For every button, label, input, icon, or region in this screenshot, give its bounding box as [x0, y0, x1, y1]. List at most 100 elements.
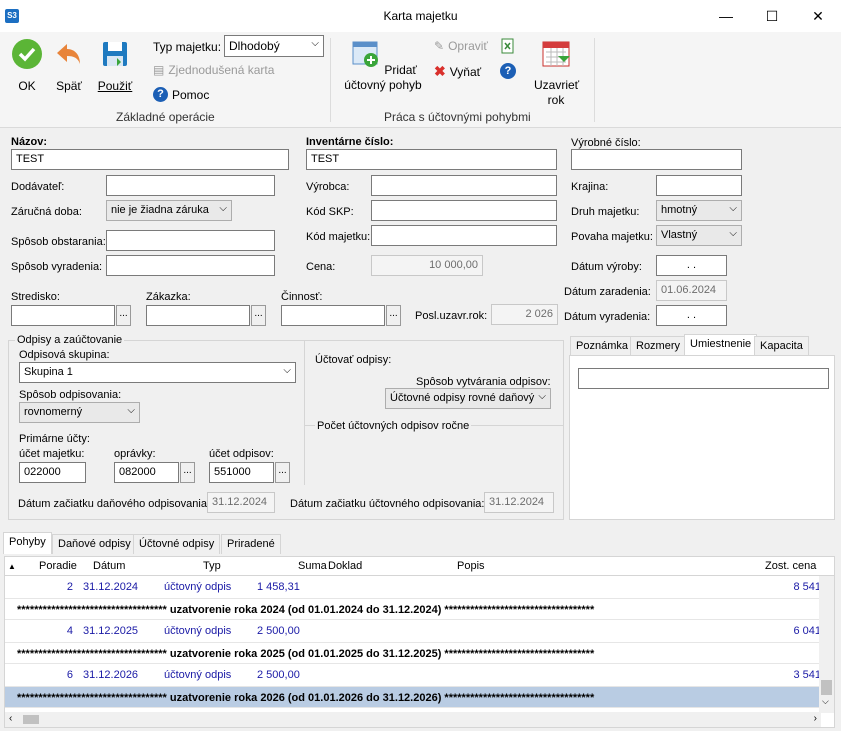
asset-code-input[interactable] — [371, 225, 557, 246]
order-picker-button[interactable]: ... — [251, 305, 266, 326]
table-row-year-close-selected[interactable]: *********************************** uzat… — [5, 686, 821, 708]
last-closed-label: Posl.uzavr.rok: — [415, 310, 488, 322]
table-row[interactable]: 2 31.12.2024 účtovný odpis 1 458,31 8 54… — [5, 576, 821, 598]
depr-group-select[interactable]: Skupina 1 ⌵ — [19, 362, 296, 383]
scroll-right-icon[interactable]: › — [814, 713, 817, 724]
acc-corr-picker-button[interactable]: ... — [180, 462, 195, 483]
prod-date-input[interactable]: . . — [656, 255, 727, 276]
order-input[interactable] — [146, 305, 250, 326]
vertical-scrollbar[interactable]: ⌵ — [819, 576, 834, 713]
edit-button[interactable]: ✎ Opraviť — [434, 39, 488, 53]
activity-input[interactable] — [281, 305, 385, 326]
ok-button[interactable]: OK — [8, 38, 46, 93]
name-input[interactable]: TEST — [11, 149, 289, 170]
col-residual[interactable]: Zost. cena — [765, 560, 816, 572]
acc-corr-input[interactable]: 082000 — [114, 462, 179, 483]
chevron-down-icon: ⌵ — [219, 203, 227, 214]
skp-input[interactable] — [371, 200, 557, 221]
serial-input[interactable] — [571, 149, 742, 170]
inventory-input[interactable]: TEST — [306, 149, 557, 170]
col-description[interactable]: Popis — [457, 560, 485, 572]
add-movement-button[interactable]: Pridať účtovný pohyb — [340, 38, 426, 93]
disposal-input[interactable] — [106, 255, 275, 276]
cell-amount: 2 500,00 — [257, 669, 300, 681]
col-order[interactable]: Poradie — [39, 560, 77, 572]
scroll-thumb[interactable] — [23, 715, 39, 724]
scroll-thumb[interactable] — [821, 680, 832, 695]
close-year-button[interactable]: Uzavrieť rok — [534, 38, 579, 108]
warranty-label: Záručná doba: — [11, 206, 82, 218]
table-row-year-close[interactable]: *********************************** uzat… — [5, 642, 821, 664]
tab-note[interactable]: Poznámka — [570, 336, 634, 356]
asset-type-value: Dlhodobý — [229, 39, 280, 53]
tab-capacity[interactable]: Kapacita — [754, 336, 809, 356]
minimize-button[interactable]: — — [703, 0, 749, 32]
manufacturer-input[interactable] — [371, 175, 557, 196]
acc-asset-input[interactable]: 022000 — [19, 462, 86, 483]
kind-label: Druh majetku: — [571, 206, 640, 218]
chevron-down-icon: ⌵ — [729, 228, 737, 239]
col-document[interactable]: Doklad — [328, 560, 362, 572]
tab-assigned[interactable]: Priradené — [221, 534, 281, 554]
add-document-icon — [352, 41, 379, 67]
remove-button[interactable]: ✖ Vyňať — [434, 63, 481, 80]
tab-tax-depreciation[interactable]: Daňové odpisy — [52, 534, 137, 554]
acc-start-input[interactable]: 31.12.2024 — [484, 492, 554, 513]
col-type[interactable]: Typ — [203, 560, 221, 572]
center-input[interactable] — [11, 305, 115, 326]
prod-date-label: Dátum výroby: — [571, 261, 642, 273]
edit-label: Opraviť — [448, 39, 488, 53]
table-row[interactable]: 4 31.12.2025 účtovný odpis 2 500,00 6 04… — [5, 620, 821, 642]
scroll-down-icon[interactable]: ⌵ — [822, 696, 829, 707]
maximize-button[interactable]: ☐ — [749, 0, 795, 32]
back-button[interactable]: Späť — [50, 38, 88, 93]
country-input[interactable] — [656, 175, 742, 196]
col-date[interactable]: Dátum — [93, 560, 125, 572]
chevron-down-icon: ⌵ — [729, 203, 737, 214]
warranty-select[interactable]: nie je žiadna záruka ⌵ — [106, 200, 232, 221]
tab-movements[interactable]: Pohyby — [3, 532, 52, 554]
help-button[interactable]: ? Pomoc — [153, 87, 209, 102]
movements-grid: ▲ Poradie Dátum Typ Suma Doklad Popis Zo… — [4, 556, 835, 728]
depr-method-select[interactable]: rovnomerný ⌵ — [19, 402, 140, 423]
cell-order: 2 — [66, 581, 73, 593]
acquisition-label: Spôsob obstarania: — [11, 236, 106, 248]
post-depr-label: Účtovať odpisy: — [315, 354, 392, 366]
asset-type-select[interactable]: Dlhodobý ⌵ — [224, 35, 324, 57]
cell-date: 31.12.2025 — [83, 625, 139, 637]
tab-location[interactable]: Umiestnenie — [684, 334, 758, 356]
cell-residual: 8 541 — [793, 581, 821, 593]
help-icon[interactable]: ? — [500, 63, 516, 79]
acc-depr-input[interactable]: 551000 — [209, 462, 274, 483]
location-input[interactable] — [578, 368, 829, 389]
scroll-left-icon[interactable]: ‹ — [9, 713, 12, 724]
simplified-card-button[interactable]: ▤ Zjednodušená karta — [153, 63, 274, 77]
ribbon-separator — [330, 38, 331, 122]
export-excel-icon[interactable] — [500, 38, 516, 54]
cell-date: 31.12.2026 — [83, 669, 139, 681]
acquisition-input[interactable] — [106, 230, 275, 251]
tab-accounting-depreciation[interactable]: Účtovné odpisy — [133, 534, 221, 554]
horizontal-scrollbar[interactable]: ‹ › — [5, 712, 821, 727]
table-row-year-close[interactable]: *********************************** uzat… — [5, 598, 821, 620]
close-button[interactable]: ✕ — [795, 0, 841, 32]
creation-select[interactable]: Účtovné odpisy rovné daňový ⌵ — [385, 388, 551, 409]
incl-date-input[interactable]: 01.06.2024 — [656, 280, 727, 301]
cell-type: účtovný odpis — [164, 625, 232, 637]
kind-select[interactable]: hmotný ⌵ — [656, 200, 742, 221]
sort-asc-icon[interactable]: ▲ — [8, 562, 16, 571]
acc-depr-picker-button[interactable]: ... — [275, 462, 290, 483]
supplier-input[interactable] — [106, 175, 275, 196]
activity-picker-button[interactable]: ... — [386, 305, 401, 326]
col-amount[interactable]: Suma — [298, 560, 327, 572]
table-row[interactable]: 6 31.12.2026 účtovný odpis 2 500,00 3 54… — [5, 664, 821, 686]
nature-select[interactable]: Vlastný ⌵ — [656, 225, 742, 246]
last-closed-input[interactable]: 2 026 — [491, 304, 558, 325]
tab-dimensions[interactable]: Rozmery — [630, 336, 687, 356]
tax-start-input[interactable]: 31.12.2024 — [207, 492, 275, 513]
apply-button[interactable]: Použiť — [94, 38, 136, 93]
price-input[interactable]: 10 000,00 — [371, 255, 483, 276]
exclusion-date-input[interactable]: . . — [656, 305, 727, 326]
cell-residual: 3 541 — [793, 669, 821, 681]
center-picker-button[interactable]: ... — [116, 305, 131, 326]
